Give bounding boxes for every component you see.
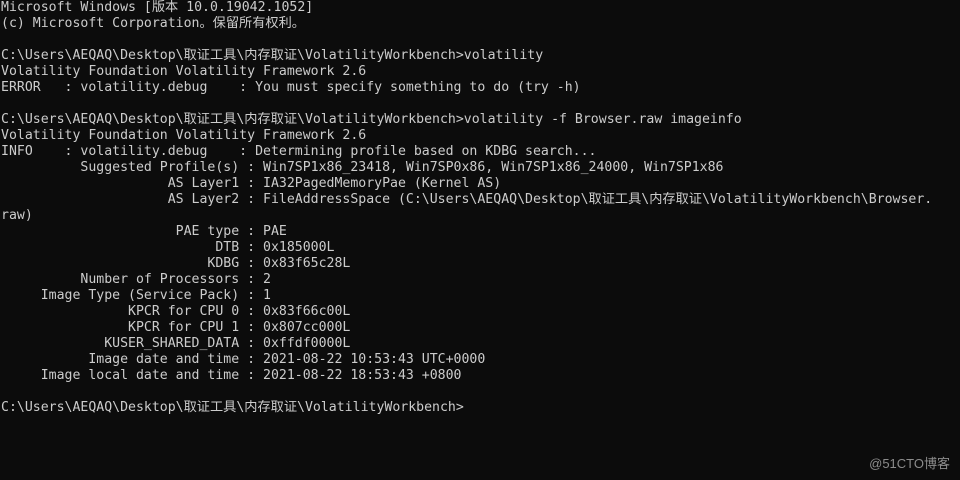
console-line: INFO : volatility.debug : Determining pr… (1, 144, 597, 159)
console-line: raw) (1, 208, 33, 223)
terminal-window[interactable]: Microsoft Windows [版本 10.0.19042.1052] (… (0, 0, 960, 480)
console-line: ERROR : volatility.debug : You must spec… (1, 80, 581, 95)
console-line: PAE type : PAE (1, 224, 287, 239)
console-line: DTB : 0x185000L (1, 240, 335, 255)
console-line: Number of Processors : 2 (1, 272, 271, 287)
console-line: C:\Users\AEQAQ\Desktop\取证工具\内存取证\Volatil… (1, 48, 544, 63)
console-line: Volatility Foundation Volatility Framewo… (1, 64, 367, 79)
console-line: Image date and time : 2021-08-22 10:53:4… (1, 352, 486, 367)
console-line: C:\Users\AEQAQ\Desktop\取证工具\内存取证\Volatil… (1, 112, 742, 127)
console-line: KPCR for CPU 1 : 0x807cc000L (1, 320, 351, 335)
command-prompt-line[interactable]: C:\Users\AEQAQ\Desktop\取证工具\内存取证\Volatil… (0, 400, 960, 416)
console-line: KPCR for CPU 0 : 0x83f66c00L (1, 304, 351, 319)
console-line: Volatility Foundation Volatility Framewo… (1, 128, 367, 143)
console-line: Image local date and time : 2021-08-22 1… (1, 368, 462, 383)
console-line: AS Layer2 : FileAddressSpace (C:\Users\A… (1, 192, 933, 207)
watermark: @51CTO博客 (869, 456, 950, 471)
console-line: (c) Microsoft Corporation。保留所有权利。 (1, 16, 305, 31)
console-line: KUSER_SHARED_DATA : 0xffdf0000L (1, 336, 351, 351)
console-line: KDBG : 0x83f65c28L (1, 256, 351, 271)
console-line: Suggested Profile(s) : Win7SP1x86_23418,… (1, 160, 724, 175)
console-line: Image Type (Service Pack) : 1 (1, 288, 271, 303)
console-line: AS Layer1 : IA32PagedMemoryPae (Kernel A… (1, 176, 502, 191)
console-line: Microsoft Windows [版本 10.0.19042.1052] (1, 0, 314, 15)
